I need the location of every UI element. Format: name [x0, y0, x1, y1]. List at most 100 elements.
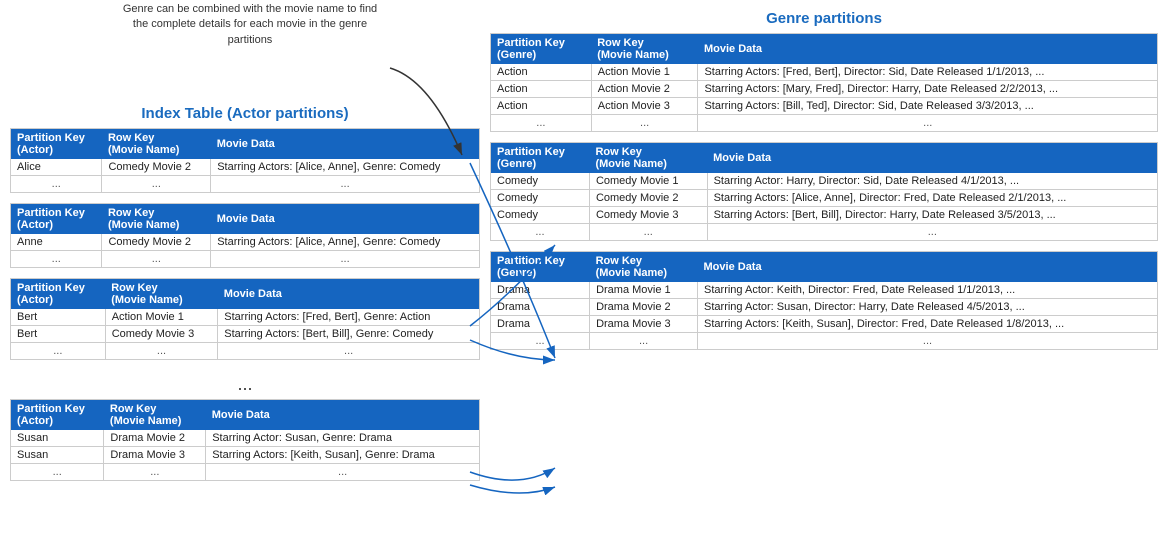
cell-movie-name: Drama Movie 3 [590, 316, 698, 333]
cell-dots: ... [491, 333, 590, 350]
table-row-dots: ... ... ... [491, 333, 1158, 350]
col-header-movie-data: Movie Data [211, 204, 480, 235]
left-section: Index Table (Actor partitions) Partition… [0, 0, 490, 501]
table-row-dots: ... ... ... [491, 115, 1158, 132]
col-header-movie-data: Movie Data [698, 34, 1158, 65]
cell-dots: ... [102, 176, 211, 193]
cell-movie-data: Starring Actors: [Bert, Bill], Director:… [707, 207, 1157, 224]
cell-movie-name: Comedy Movie 3 [105, 326, 218, 343]
cell-dots: ... [11, 176, 102, 193]
cell-dots: ... [590, 333, 698, 350]
cell-movie-name: Drama Movie 1 [590, 282, 698, 299]
cell-movie-data: Starring Actors: [Keith, Susan], Genre: … [206, 447, 480, 464]
cell-genre: Comedy [491, 190, 590, 207]
cell-actor: Susan [11, 430, 104, 447]
cell-dots: ... [105, 343, 218, 360]
table-row: Comedy Comedy Movie 1 Starring Actor: Ha… [491, 173, 1158, 190]
cell-movie-data: Starring Actors: [Fred, Bert], Director:… [698, 64, 1158, 81]
table-row: Drama Drama Movie 3 Starring Actors: [Ke… [491, 316, 1158, 333]
table-row: Drama Drama Movie 1 Starring Actor: Keit… [491, 282, 1158, 299]
table-bert: Partition Key(Actor) Row Key(Movie Name)… [10, 278, 480, 360]
cell-dots: ... [591, 115, 698, 132]
cell-movie-data: Starring Actor: Harry, Director: Sid, Da… [707, 173, 1157, 190]
col-header-movie-name: Row Key(Movie Name) [590, 252, 698, 283]
col-header-row-key: Row Key(Movie Name) [105, 279, 218, 310]
cell-movie-data: Starring Actors: [Alice, Anne], Genre: C… [211, 234, 480, 251]
cell-movie-data: Starring Actor: Susan, Director: Harry, … [698, 299, 1158, 316]
cell-movie-name: Action Movie 1 [591, 64, 698, 81]
cell-movie-name: Comedy Movie 2 [589, 190, 707, 207]
table-susan: Partition Key(Actor) Row Key(Movie Name)… [10, 399, 480, 481]
col-header-partition-key: Partition Key(Actor) [11, 129, 102, 160]
table-row: Action Action Movie 1 Starring Actors: [… [491, 64, 1158, 81]
cell-actor: Bert [11, 309, 106, 326]
cell-genre: Drama [491, 282, 590, 299]
cell-movie-name: Action Movie 1 [105, 309, 218, 326]
cell-dots: ... [11, 251, 102, 268]
cell-movie-data: Starring Actors: [Mary, Fred], Director:… [698, 81, 1158, 98]
cell-movie-data: Starring Actors: [Bill, Ted], Director: … [698, 98, 1158, 115]
table-row: Comedy Comedy Movie 2 Starring Actors: [… [491, 190, 1158, 207]
cell-movie-name: Action Movie 3 [591, 98, 698, 115]
cell-movie-name: Drama Movie 3 [104, 447, 206, 464]
col-header-partition-key: Partition Key(Actor) [11, 204, 102, 235]
ellipsis-divider: ... [10, 370, 480, 399]
col-header-partition-key: Partition Key(Actor) [11, 279, 106, 310]
table-row: Susan Drama Movie 2 Starring Actor: Susa… [11, 430, 480, 447]
col-header-movie-name: Row Key(Movie Name) [591, 34, 698, 65]
cell-movie-name: Comedy Movie 3 [589, 207, 707, 224]
table-row: Drama Drama Movie 2 Starring Actor: Susa… [491, 299, 1158, 316]
cell-dots: ... [211, 176, 480, 193]
cell-movie-name: Comedy Movie 2 [102, 234, 211, 251]
col-header-row-key: Row Key(Movie Name) [102, 129, 211, 160]
cell-dots: ... [491, 115, 592, 132]
cell-movie-data: Starring Actors: [Fred, Bert], Genre: Ac… [218, 309, 480, 326]
col-header-genre: Partition Key(Genre) [491, 34, 592, 65]
table-row-dots: ... ... ... [11, 176, 480, 193]
cell-genre: Action [491, 64, 592, 81]
cell-dots: ... [218, 343, 480, 360]
cell-genre: Drama [491, 316, 590, 333]
table-row: Action Action Movie 2 Starring Actors: [… [491, 81, 1158, 98]
table-row-dots: ... ... ... [11, 343, 480, 360]
col-header-movie-data: Movie Data [206, 400, 480, 431]
col-header-genre: Partition Key(Genre) [491, 143, 590, 174]
table-anne: Partition Key(Actor) Row Key(Movie Name)… [10, 203, 480, 268]
cell-movie-name: Comedy Movie 2 [102, 159, 211, 176]
col-header-genre: Partition Key(Genre) [491, 252, 590, 283]
col-header-partition-key: Partition Key(Actor) [11, 400, 104, 431]
table-comedy: Partition Key(Genre) Row Key(Movie Name)… [490, 142, 1158, 241]
table-row: Anne Comedy Movie 2 Starring Actors: [Al… [11, 234, 480, 251]
table-row: Susan Drama Movie 3 Starring Actors: [Ke… [11, 447, 480, 464]
table-alice: Partition Key(Actor) Row Key(Movie Name)… [10, 128, 480, 193]
table-row: Bert Comedy Movie 3 Starring Actors: [Be… [11, 326, 480, 343]
table-row: Action Action Movie 3 Starring Actors: [… [491, 98, 1158, 115]
cell-movie-data: Starring Actors: [Alice, Anne], Director… [707, 190, 1157, 207]
table-row-dots: ... ... ... [11, 251, 480, 268]
table-row: Bert Action Movie 1 Starring Actors: [Fr… [11, 309, 480, 326]
table-row-dots: ... ... ... [11, 464, 480, 481]
table-drama: Partition Key(Genre) Row Key(Movie Name)… [490, 251, 1158, 350]
cell-dots: ... [698, 333, 1158, 350]
cell-actor: Susan [11, 447, 104, 464]
table-row: Alice Comedy Movie 2 Starring Actors: [A… [11, 159, 480, 176]
cell-movie-data: Starring Actor: Susan, Genre: Drama [206, 430, 480, 447]
genre-partitions-title: Genre partitions [490, 10, 1158, 27]
cell-genre: Comedy [491, 173, 590, 190]
cell-genre: Drama [491, 299, 590, 316]
cell-dots: ... [698, 115, 1158, 132]
cell-dots: ... [11, 464, 104, 481]
cell-movie-name: Drama Movie 2 [590, 299, 698, 316]
right-section: Genre partitions Partition Key(Genre) Ro… [490, 0, 1168, 501]
cell-actor: Alice [11, 159, 102, 176]
cell-genre: Action [491, 98, 592, 115]
cell-dots: ... [707, 224, 1157, 241]
col-header-row-key: Row Key(Movie Name) [104, 400, 206, 431]
cell-dots: ... [589, 224, 707, 241]
col-header-row-key: Row Key(Movie Name) [102, 204, 211, 235]
cell-movie-name: Drama Movie 2 [104, 430, 206, 447]
cell-dots: ... [211, 251, 480, 268]
col-header-movie-data: Movie Data [218, 279, 480, 310]
table-action: Partition Key(Genre) Row Key(Movie Name)… [490, 33, 1158, 132]
col-header-movie-name: Row Key(Movie Name) [589, 143, 707, 174]
